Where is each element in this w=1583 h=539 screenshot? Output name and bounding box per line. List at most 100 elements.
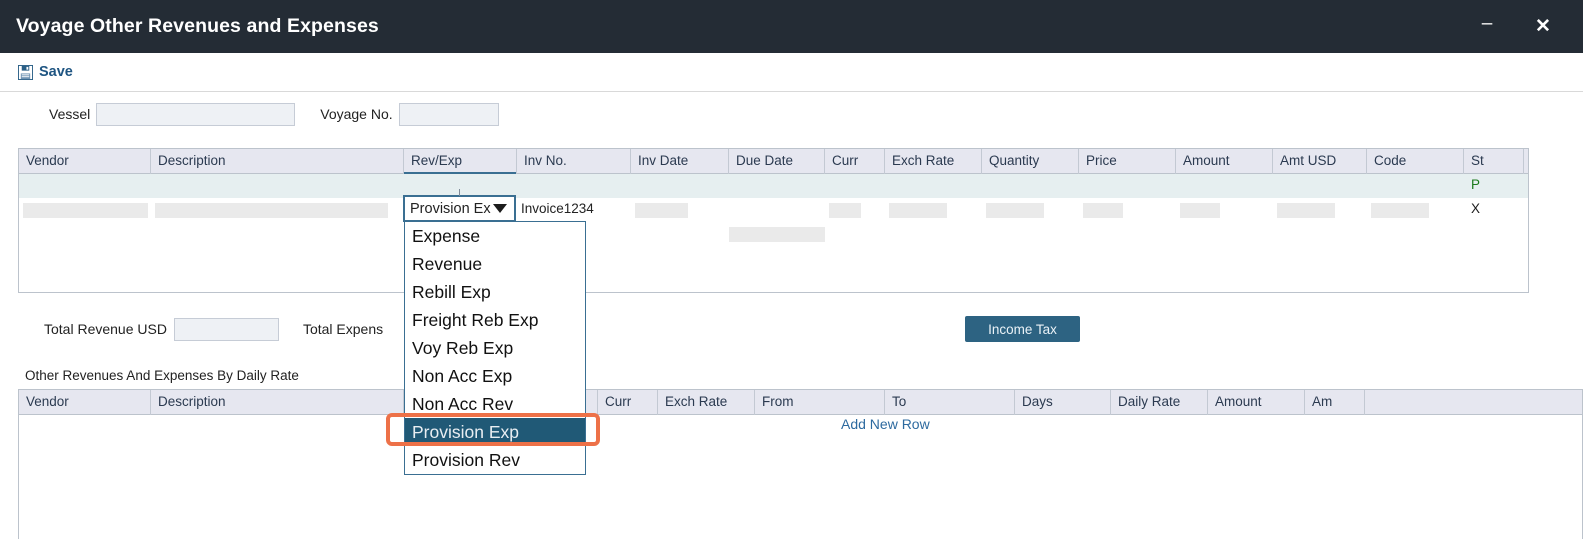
grid2-col-header[interactable]: To bbox=[885, 390, 1015, 415]
table-row[interactable]: P bbox=[19, 174, 1528, 198]
close-button[interactable]: ✕ bbox=[1515, 0, 1571, 53]
dropdown-option[interactable]: Voy Reb Exp bbox=[405, 334, 585, 362]
grid2-col-header[interactable]: Am bbox=[1305, 390, 1365, 415]
table-cell[interactable]: P bbox=[1464, 174, 1524, 198]
total-revenue-usd-label: Total Revenue USD bbox=[44, 321, 167, 337]
grid1-col-header[interactable]: Code bbox=[1367, 149, 1464, 174]
vessel-input[interactable] bbox=[96, 103, 295, 126]
grid2-col-header[interactable]: Vendor bbox=[19, 390, 151, 415]
table-cell[interactable] bbox=[151, 222, 404, 246]
grid2-col-header[interactable]: Description bbox=[151, 390, 404, 415]
cell-input[interactable] bbox=[1180, 203, 1220, 218]
table-cell[interactable] bbox=[729, 198, 825, 222]
dropdown-option[interactable]: Provision Exp bbox=[405, 418, 585, 446]
table-cell[interactable] bbox=[1273, 222, 1367, 246]
table-cell[interactable] bbox=[19, 198, 151, 222]
dropdown-option[interactable]: Freight Reb Exp bbox=[405, 306, 585, 334]
cell-input[interactable] bbox=[729, 227, 825, 242]
window-title: Voyage Other Revenues and Expenses bbox=[16, 15, 379, 38]
table-cell[interactable] bbox=[19, 222, 151, 246]
table-cell[interactable] bbox=[1176, 222, 1273, 246]
table-cell[interactable]: X bbox=[1464, 198, 1524, 222]
table-cell[interactable] bbox=[885, 222, 982, 246]
grid1-col-header[interactable]: Due Date bbox=[729, 149, 825, 174]
grid1-col-header[interactable]: St bbox=[1464, 149, 1524, 174]
table-cell[interactable] bbox=[729, 222, 825, 246]
table-cell[interactable]: Invoice1234 bbox=[517, 198, 631, 222]
table-cell[interactable] bbox=[631, 174, 729, 198]
table-cell[interactable] bbox=[1464, 222, 1524, 246]
status-badge: P bbox=[1464, 177, 1480, 192]
table-cell[interactable] bbox=[1273, 174, 1367, 198]
save-button[interactable]: Save bbox=[18, 64, 73, 80]
table-cell[interactable] bbox=[982, 198, 1079, 222]
table-cell[interactable] bbox=[1367, 198, 1464, 222]
grid2-col-header[interactable]: Amount bbox=[1208, 390, 1305, 415]
rev-exp-select[interactable]: Provision Ex bbox=[403, 195, 516, 222]
rev-exp-dropdown-list[interactable]: ExpenseRevenueRebill ExpFreight Reb ExpV… bbox=[404, 221, 586, 475]
table-cell[interactable] bbox=[885, 198, 982, 222]
table-cell[interactable] bbox=[19, 174, 151, 198]
cell-input[interactable] bbox=[829, 203, 861, 218]
total-revenue-usd-input[interactable] bbox=[174, 318, 279, 341]
cell-input[interactable] bbox=[155, 203, 388, 218]
income-tax-button[interactable]: Income Tax bbox=[965, 316, 1080, 342]
grid2-col-header[interactable]: Exch Rate bbox=[658, 390, 755, 415]
grid2-col-header[interactable]: Daily Rate bbox=[1111, 390, 1208, 415]
dropdown-option[interactable]: Non Acc Exp bbox=[405, 362, 585, 390]
dropdown-option[interactable]: Rebill Exp bbox=[405, 278, 585, 306]
table-cell[interactable] bbox=[825, 174, 885, 198]
table-cell[interactable] bbox=[825, 222, 885, 246]
grid1-col-header[interactable]: Inv No. bbox=[517, 149, 631, 174]
grid1-col-header[interactable]: Amount bbox=[1176, 149, 1273, 174]
table-cell[interactable] bbox=[885, 174, 982, 198]
table-cell[interactable] bbox=[982, 174, 1079, 198]
table-cell[interactable] bbox=[825, 198, 885, 222]
table-cell[interactable] bbox=[1367, 222, 1464, 246]
table-row-secondary bbox=[19, 222, 1528, 246]
grid1-col-header[interactable]: Vendor bbox=[19, 149, 151, 174]
cell-input[interactable] bbox=[889, 203, 947, 218]
grid1-col-header[interactable]: Inv Date bbox=[631, 149, 729, 174]
cell-input[interactable] bbox=[1277, 203, 1335, 218]
cell-input[interactable] bbox=[635, 203, 688, 218]
voyage-no-input[interactable] bbox=[399, 103, 499, 126]
grid2-col-header[interactable]: From bbox=[755, 390, 885, 415]
table-cell[interactable] bbox=[631, 222, 729, 246]
cell-input[interactable] bbox=[1083, 203, 1123, 218]
table-cell[interactable] bbox=[151, 198, 404, 222]
grid1-col-header[interactable]: Rev/Exp bbox=[404, 149, 517, 174]
grid2-col-header[interactable]: Days bbox=[1015, 390, 1111, 415]
grid2-col-header[interactable]: Curr bbox=[598, 390, 658, 415]
table-cell[interactable] bbox=[1079, 174, 1176, 198]
grid1-col-header[interactable]: Curr bbox=[825, 149, 885, 174]
table-cell[interactable] bbox=[1367, 174, 1464, 198]
grid1-col-header[interactable]: Description bbox=[151, 149, 404, 174]
table-cell[interactable] bbox=[1079, 222, 1176, 246]
table-cell[interactable] bbox=[729, 174, 825, 198]
table-cell[interactable] bbox=[1273, 198, 1367, 222]
table-cell[interactable] bbox=[1176, 198, 1273, 222]
grid1-col-header[interactable]: Amt USD bbox=[1273, 149, 1367, 174]
table-cell[interactable] bbox=[517, 174, 631, 198]
table-row[interactable]: Invoice1234 X bbox=[19, 198, 1528, 222]
grid1-col-header[interactable]: Quantity bbox=[982, 149, 1079, 174]
table-cell[interactable] bbox=[1176, 174, 1273, 198]
grid1-col-header[interactable]: Exch Rate bbox=[885, 149, 982, 174]
chevron-down-icon bbox=[493, 204, 507, 213]
add-new-row-link[interactable]: Add New Row bbox=[841, 416, 930, 432]
table-cell[interactable] bbox=[151, 174, 404, 198]
dropdown-option[interactable]: Revenue bbox=[405, 250, 585, 278]
grid1-col-header[interactable]: Price bbox=[1079, 149, 1176, 174]
table-cell[interactable] bbox=[982, 222, 1079, 246]
cell-input[interactable] bbox=[1371, 203, 1429, 218]
dropdown-option[interactable]: Non Acc Rev bbox=[405, 390, 585, 418]
status-badge: X bbox=[1464, 201, 1480, 216]
cell-input[interactable] bbox=[986, 203, 1044, 218]
table-cell[interactable] bbox=[631, 198, 729, 222]
dropdown-option[interactable]: Provision Rev bbox=[405, 446, 585, 474]
minimize-button[interactable]: – bbox=[1459, 0, 1515, 53]
table-cell[interactable] bbox=[1079, 198, 1176, 222]
cell-input[interactable] bbox=[23, 203, 148, 218]
dropdown-option[interactable]: Expense bbox=[405, 222, 585, 250]
